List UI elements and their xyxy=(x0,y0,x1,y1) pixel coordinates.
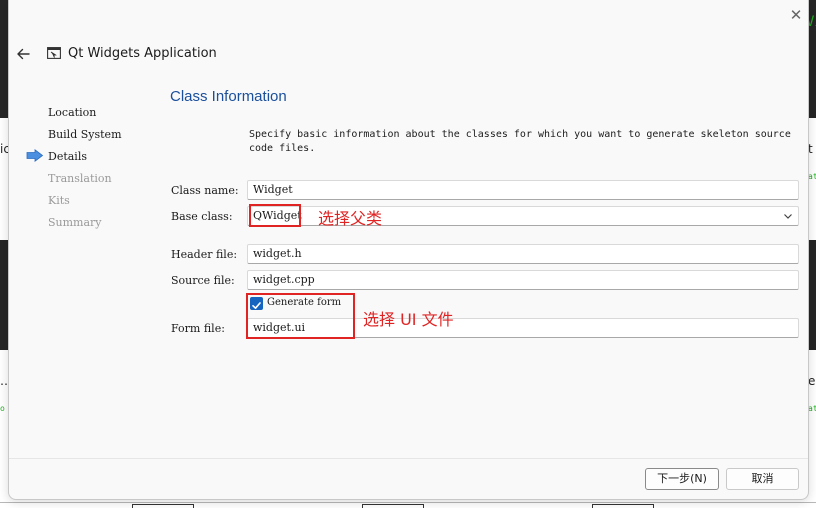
step-translation: Translation xyxy=(48,172,112,185)
background-box xyxy=(362,504,424,508)
background-green-text: at xyxy=(808,172,816,181)
form-annotation: 选择 UI 文件 xyxy=(363,310,454,329)
class-name-label: Class name: xyxy=(171,184,239,197)
step-kits: Kits xyxy=(48,194,70,207)
current-step-arrow-icon xyxy=(26,149,44,162)
background-divider xyxy=(0,502,816,503)
footer-divider xyxy=(9,458,808,459)
background-editor-top-left xyxy=(0,0,8,118)
header-file-label: Header file: xyxy=(171,248,238,261)
close-icon[interactable]: ✕ xyxy=(786,5,806,25)
background-box xyxy=(592,504,654,508)
page-title: Class Information xyxy=(170,88,287,105)
background-editor-mid-left xyxy=(0,240,8,350)
back-arrow-icon[interactable] xyxy=(14,44,34,64)
wizard-title: Qt Widgets Application xyxy=(68,46,217,61)
source-file-label: Source file: xyxy=(171,274,235,287)
form-file-label: Form file: xyxy=(171,322,225,335)
background-green-text: at xyxy=(808,404,816,413)
application-window-icon xyxy=(47,47,61,59)
background-editor-mid-right xyxy=(809,240,816,350)
step-location: Location xyxy=(48,106,97,119)
class-name-input[interactable]: Widget xyxy=(247,180,799,200)
base-class-label: Base class: xyxy=(171,210,233,223)
next-button[interactable]: 下一步(N) xyxy=(645,468,719,490)
header-file-input[interactable]: widget.h xyxy=(247,244,799,264)
base-class-highlight xyxy=(249,204,301,227)
chevron-down-icon xyxy=(784,214,792,219)
step-summary: Summary xyxy=(48,216,102,229)
form-highlight xyxy=(246,293,355,339)
step-details: Details xyxy=(48,150,87,163)
background-cut-text-right: e xyxy=(808,374,816,388)
base-class-annotation: 选择父类 xyxy=(318,209,383,228)
cancel-button[interactable]: 取消 xyxy=(726,468,799,490)
background-box xyxy=(132,504,194,508)
step-build-system: Build System xyxy=(48,128,122,141)
source-file-input[interactable]: widget.cpp xyxy=(247,270,799,290)
background-green-text: o xyxy=(0,404,5,413)
page-description: Specify basic information about the clas… xyxy=(249,129,791,154)
wizard-dialog: ✕ Qt Widgets Application Location Build … xyxy=(8,0,809,500)
